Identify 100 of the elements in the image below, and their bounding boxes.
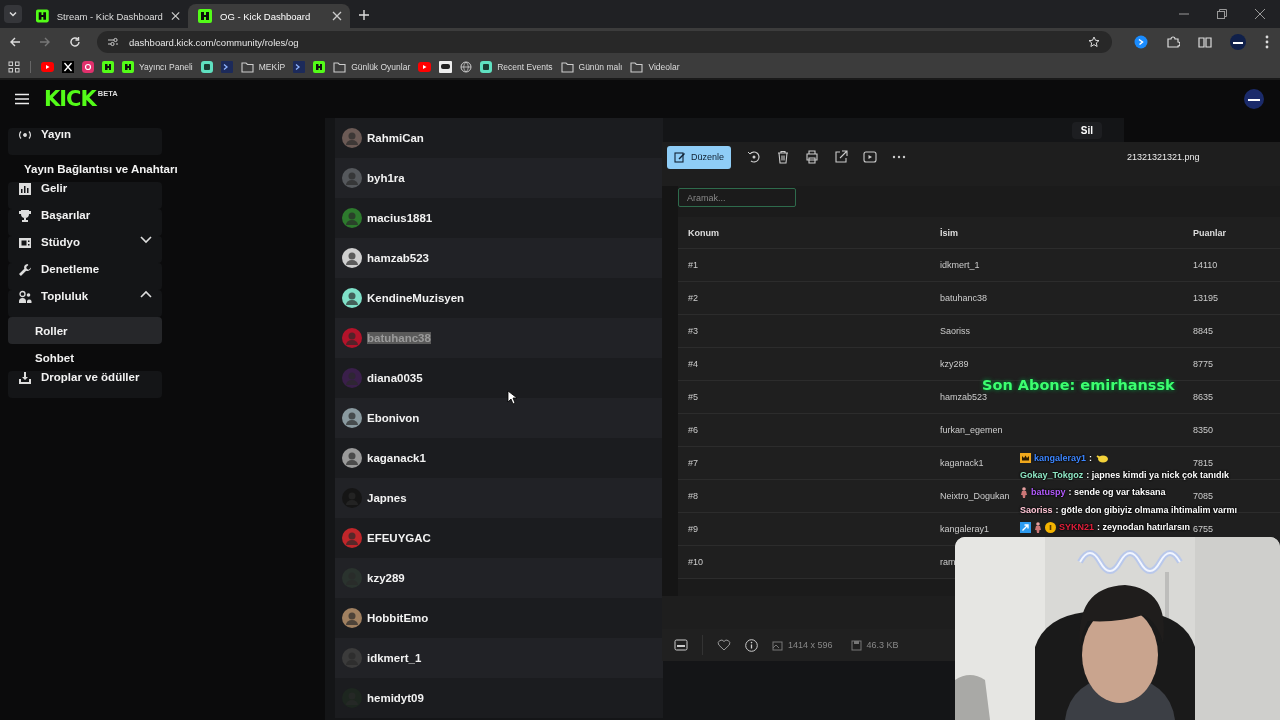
chat-message: : xyxy=(1089,452,1093,463)
print-icon[interactable] xyxy=(805,150,820,164)
delete-button[interactable]: Sil xyxy=(1071,122,1102,139)
member-row[interactable]: idkmert_1 xyxy=(335,638,663,678)
member-row[interactable]: hamzab523 xyxy=(335,238,663,278)
chevron-icon[interactable] xyxy=(140,236,152,244)
youtube-icon[interactable] xyxy=(418,62,432,72)
member-row[interactable]: byh1ra xyxy=(335,158,663,198)
search-field[interactable]: Aramak... xyxy=(678,188,796,207)
tab-search-button[interactable] xyxy=(4,5,22,23)
avatar-icon xyxy=(342,168,362,188)
trophy-icon xyxy=(18,209,32,223)
address-bar[interactable]: dashboard.kick.com/community/roles/og xyxy=(97,31,1112,53)
profile-avatar-icon[interactable] xyxy=(1230,34,1246,50)
menu-icon[interactable] xyxy=(1264,35,1270,49)
site-settings-icon[interactable] xyxy=(107,36,119,48)
share-icon[interactable] xyxy=(834,150,849,164)
avatar-icon xyxy=(342,448,362,468)
rotate-icon[interactable] xyxy=(747,150,762,164)
bookmark[interactable]: Günün malı xyxy=(560,61,623,73)
apps-grid-icon[interactable] xyxy=(8,61,20,73)
member-row[interactable]: RahmiCan xyxy=(335,118,663,158)
browser-tab[interactable]: OG - Kick Dashboard xyxy=(188,4,350,28)
table-cell: kaganack1 xyxy=(940,458,984,468)
column-header: Konum xyxy=(688,227,719,238)
instagram-icon[interactable] xyxy=(82,61,94,73)
table-cell: #8 xyxy=(688,491,698,501)
member-row[interactable]: Ebonivon xyxy=(335,398,663,438)
member-row[interactable]: kzy289 xyxy=(335,558,663,598)
sidebar-item[interactable]: Droplar ve ödüller xyxy=(8,371,162,398)
terminal-icon[interactable] xyxy=(220,61,233,73)
member-row[interactable]: hemidyt09 xyxy=(335,678,663,718)
kick-icon[interactable] xyxy=(313,61,326,73)
puzzle-icon[interactable] xyxy=(1166,35,1180,49)
table-cell: kangaleray1 xyxy=(940,524,990,534)
avatar-icon xyxy=(342,528,362,548)
filmstrip-icon[interactable] xyxy=(674,639,688,651)
sidebar-item[interactable]: Denetleme xyxy=(8,263,162,290)
browser-tab[interactable]: Stream - Kick Dashboard xyxy=(26,4,188,28)
sidebar-item[interactable]: Gelir xyxy=(8,182,162,209)
member-row[interactable]: macius1881 xyxy=(335,198,663,238)
terminal-icon[interactable] xyxy=(293,61,306,73)
menu-icon[interactable] xyxy=(14,93,30,105)
bookmark[interactable]: Videolar xyxy=(630,61,680,73)
more-icon[interactable] xyxy=(892,155,907,159)
bookmark[interactable]: Recent Events xyxy=(480,61,553,73)
image-size-icon xyxy=(772,639,783,651)
sidebar-item[interactable]: Stüdyo xyxy=(8,236,162,263)
extension-icon[interactable] xyxy=(1134,35,1148,49)
reading-mode-icon[interactable] xyxy=(1198,35,1212,49)
table-cell: 8350 xyxy=(1193,425,1214,435)
sidebar-item[interactable]: Yayın xyxy=(8,128,162,155)
member-row[interactable]: Japnes xyxy=(335,478,663,518)
chevron-icon[interactable] xyxy=(140,290,152,298)
edit-button[interactable]: Düzenle xyxy=(667,145,732,169)
forward-icon[interactable] xyxy=(39,36,51,48)
member-row[interactable]: EFEUYGAC xyxy=(335,518,663,558)
sidebar-item[interactable]: Başarılar xyxy=(8,209,162,236)
member-row[interactable]: kaganack1 xyxy=(335,438,663,478)
member-name: EFEUYGAC xyxy=(367,532,431,544)
member-row[interactable]: diana0035 xyxy=(335,358,663,398)
sidebar-item[interactable]: Yayın Bağlantısı ve Anahtarı xyxy=(8,155,325,182)
avatar-icon[interactable] xyxy=(1244,89,1264,109)
avatar-icon xyxy=(342,328,362,348)
table-cell: 7085 xyxy=(1193,491,1214,501)
x-icon[interactable] xyxy=(62,61,74,73)
bookmark[interactable]: Günlük Oyunlar xyxy=(333,61,411,73)
close-icon[interactable] xyxy=(332,11,342,21)
globe-icon[interactable] xyxy=(460,61,473,73)
file-size-icon xyxy=(850,639,862,651)
chat-username: batuspy xyxy=(1031,487,1066,498)
member-row[interactable]: HobbitEmo xyxy=(335,598,663,638)
back-icon[interactable] xyxy=(9,36,21,48)
close-icon[interactable] xyxy=(1254,8,1266,20)
close-icon[interactable] xyxy=(170,11,180,21)
slideshow-icon[interactable] xyxy=(863,150,878,164)
bookmark[interactable]: MEKİP xyxy=(240,61,286,73)
member-row[interactable]: KendineMuzisyen xyxy=(335,278,663,318)
avatar-icon xyxy=(342,368,362,388)
app-icon[interactable] xyxy=(200,61,213,73)
chat-message: : japnes kimdi ya nick çok tanıdık xyxy=(1086,470,1229,481)
heart-icon[interactable] xyxy=(717,639,731,651)
kick-icon xyxy=(36,9,49,23)
new-tab-icon[interactable] xyxy=(358,9,370,21)
table-cell: 6755 xyxy=(1193,524,1214,534)
table-cell: 8775 xyxy=(1193,359,1214,369)
kick-icon[interactable] xyxy=(102,61,114,73)
info-icon[interactable] xyxy=(745,638,758,652)
sidebar-item[interactable]: Sohbet xyxy=(8,344,162,371)
sidebar-item[interactable]: Topluluk xyxy=(8,290,162,317)
bookmark-star-icon[interactable] xyxy=(1088,36,1100,48)
restore-icon[interactable] xyxy=(1216,8,1228,20)
bookmark[interactable]: Yayıncı Paneli xyxy=(122,61,193,73)
reload-icon[interactable] xyxy=(69,36,81,48)
sidebar-item[interactable]: Roller xyxy=(8,317,162,344)
delete-icon[interactable] xyxy=(776,150,791,164)
table-cell: #6 xyxy=(688,425,698,435)
member-name: Japnes xyxy=(367,492,407,504)
gamepad-icon[interactable] xyxy=(439,61,453,73)
youtube-icon[interactable] xyxy=(41,62,54,72)
